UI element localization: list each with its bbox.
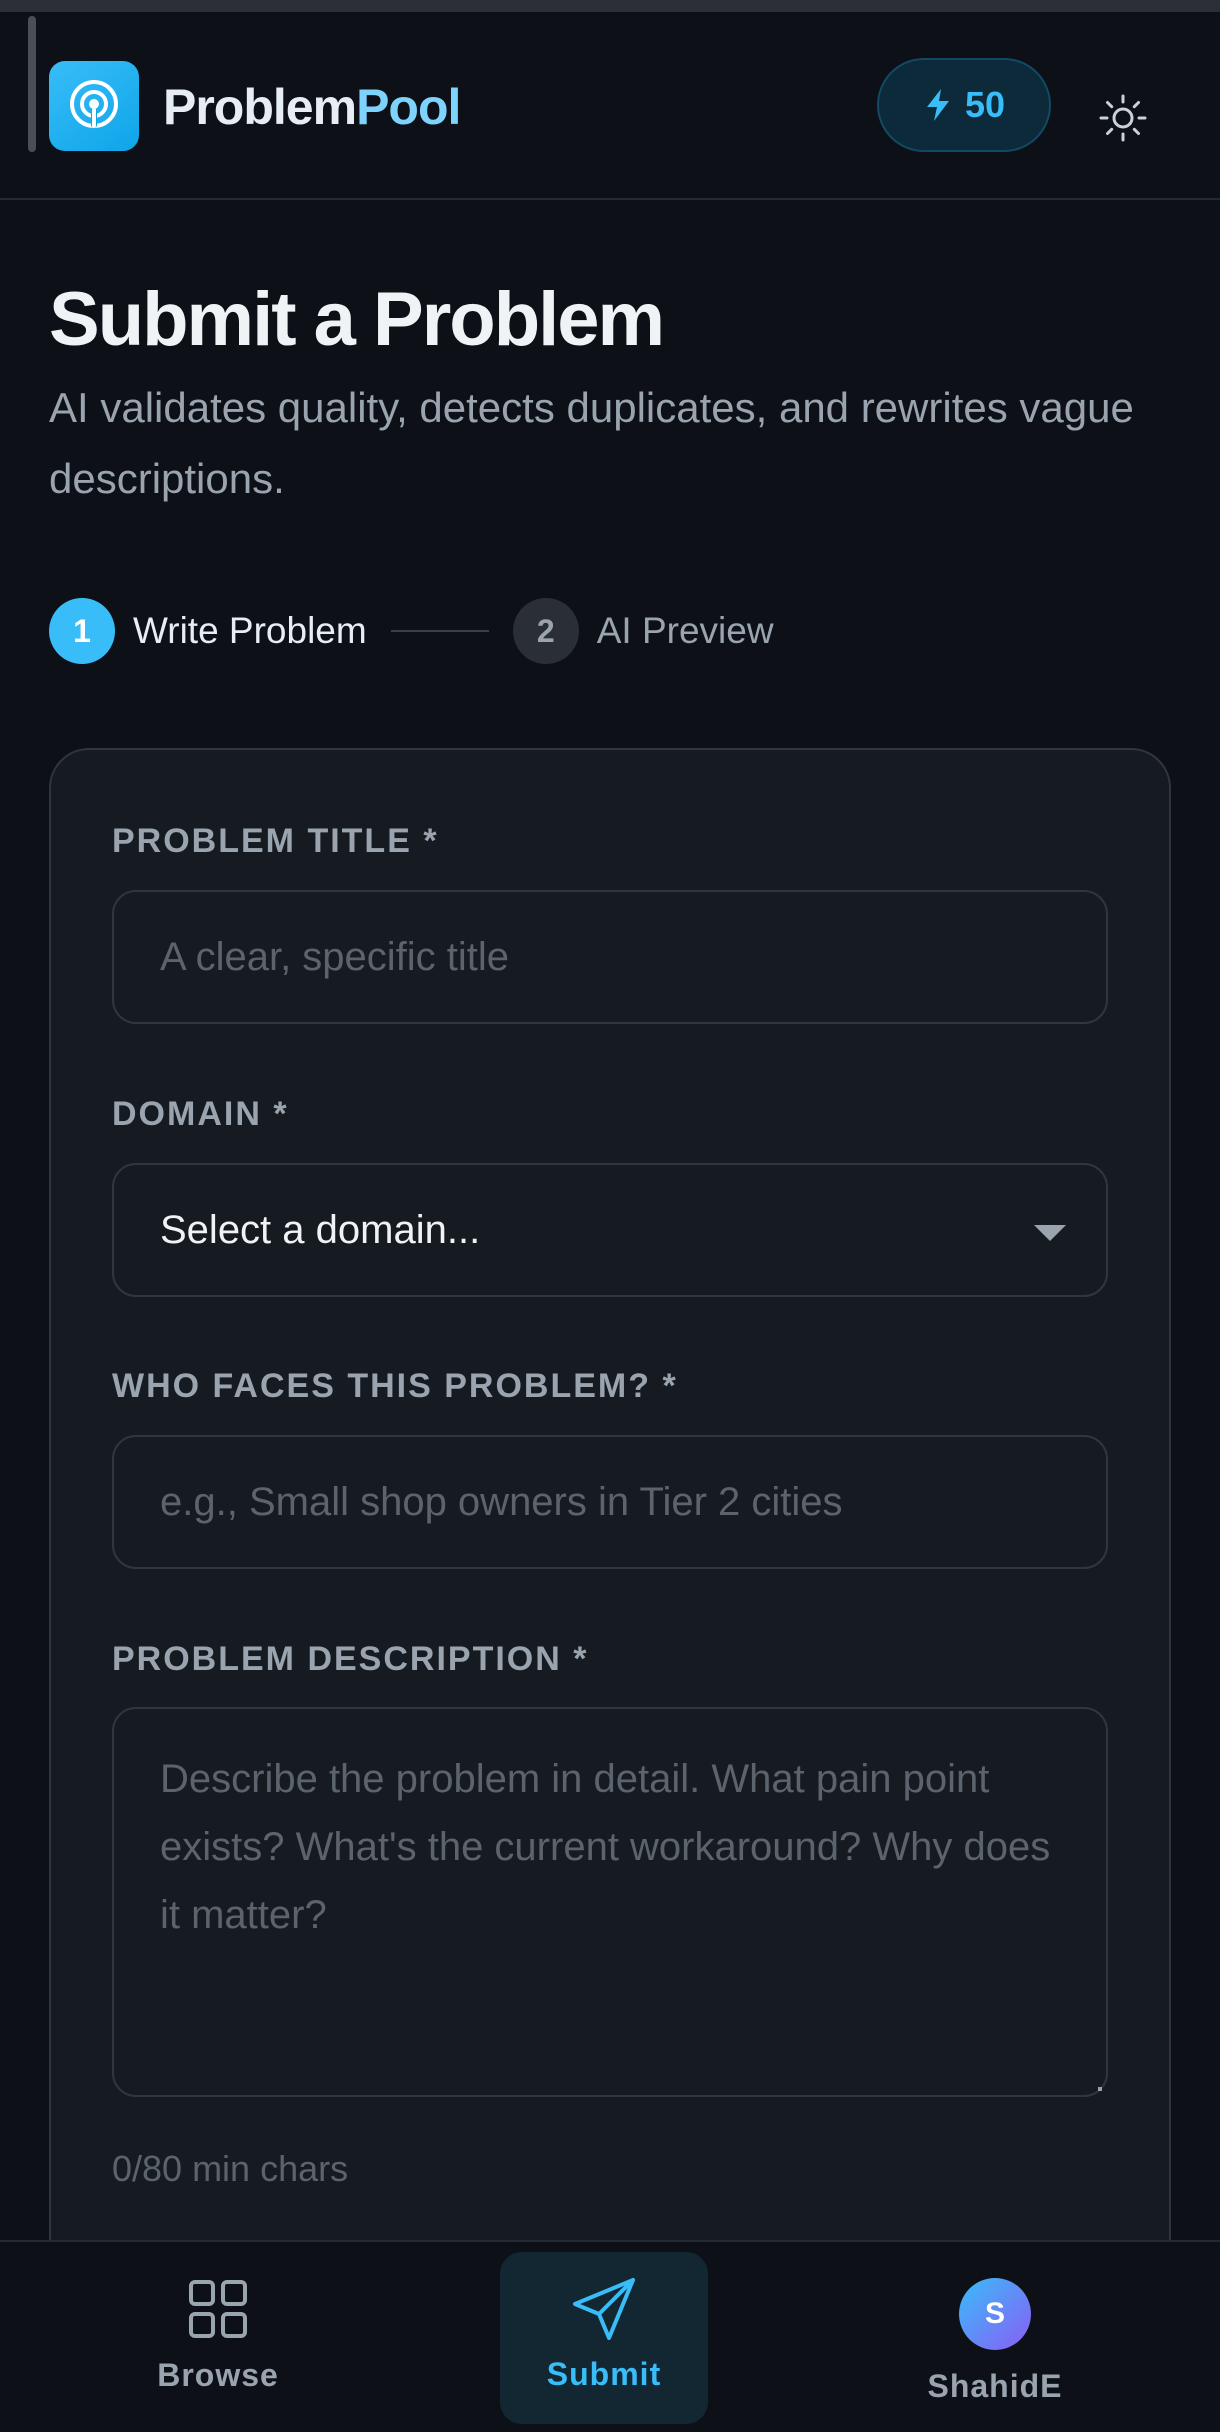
- nav-browse-label: Browse: [157, 2357, 279, 2393]
- bolt-icon: [926, 89, 949, 121]
- step-connector: [390, 630, 489, 632]
- step-1-label: Write Problem: [133, 610, 367, 651]
- nav-profile-label: ShahidE: [927, 2368, 1063, 2404]
- audience-input[interactable]: e.g., Small shop owners in Tier 2 cities: [112, 1435, 1108, 1569]
- step-1-number: 1: [49, 598, 115, 664]
- points-badge[interactable]: 50: [877, 58, 1051, 152]
- page-subtitle: AI validates quality, detects duplicates…: [49, 384, 1134, 502]
- page-title: Submit a Problem: [49, 277, 665, 362]
- resize-handle-icon[interactable]: [1098, 2087, 1102, 2091]
- send-icon: [573, 2278, 635, 2340]
- logo[interactable]: [49, 61, 139, 151]
- app-header: ProblemPool 50: [0, 12, 1220, 200]
- sun-icon: [1099, 94, 1147, 142]
- top-bar-edge: [0, 0, 1220, 12]
- caret-down-icon: [1034, 1225, 1066, 1241]
- nav-submit[interactable]: Submit: [500, 2252, 708, 2424]
- domain-label: DOMAIN *: [112, 1095, 289, 1133]
- stepper: 1 Write Problem 2 AI Preview: [49, 598, 774, 664]
- theme-toggle-button[interactable]: [1097, 92, 1149, 144]
- nav-submit-label: Submit: [546, 2356, 662, 2392]
- domain-selected-value: Select a domain...: [160, 1207, 481, 1252]
- title-label: PROBLEM TITLE *: [112, 822, 439, 860]
- points-value: 50: [964, 84, 1006, 125]
- podcast-icon: [70, 80, 118, 128]
- description-label: PROBLEM DESCRIPTION *: [112, 1640, 589, 1678]
- step-2-number: 2: [512, 598, 579, 664]
- step-2-label: AI Preview: [596, 610, 774, 651]
- nav-browse[interactable]: Browse: [118, 2242, 318, 2432]
- char-count: 0/80 min chars: [112, 2148, 349, 2189]
- bottom-nav: Browse Submit S ShahidE: [0, 2240, 1220, 2432]
- domain-select[interactable]: Select a domain...: [112, 1163, 1108, 1297]
- brand-name[interactable]: ProblemPool: [163, 79, 461, 135]
- scrollbar-thumb[interactable]: [28, 16, 36, 152]
- brand-name-part2: Pool: [356, 79, 461, 135]
- audience-placeholder: e.g., Small shop owners in Tier 2 cities: [160, 1479, 843, 1524]
- description-placeholder: Describe the problem in detail. What pai…: [160, 1757, 1051, 1937]
- audience-label: WHO FACES THIS PROBLEM? *: [112, 1367, 678, 1405]
- nav-profile[interactable]: S ShahidE: [895, 2242, 1095, 2432]
- brand-name-part1: Problem: [163, 79, 357, 135]
- title-input[interactable]: A clear, specific title: [112, 890, 1108, 1024]
- description-textarea[interactable]: Describe the problem in detail. What pai…: [112, 1707, 1108, 2097]
- avatar: S: [959, 2278, 1031, 2350]
- title-placeholder: A clear, specific title: [160, 934, 510, 979]
- grid-icon: [189, 2280, 247, 2338]
